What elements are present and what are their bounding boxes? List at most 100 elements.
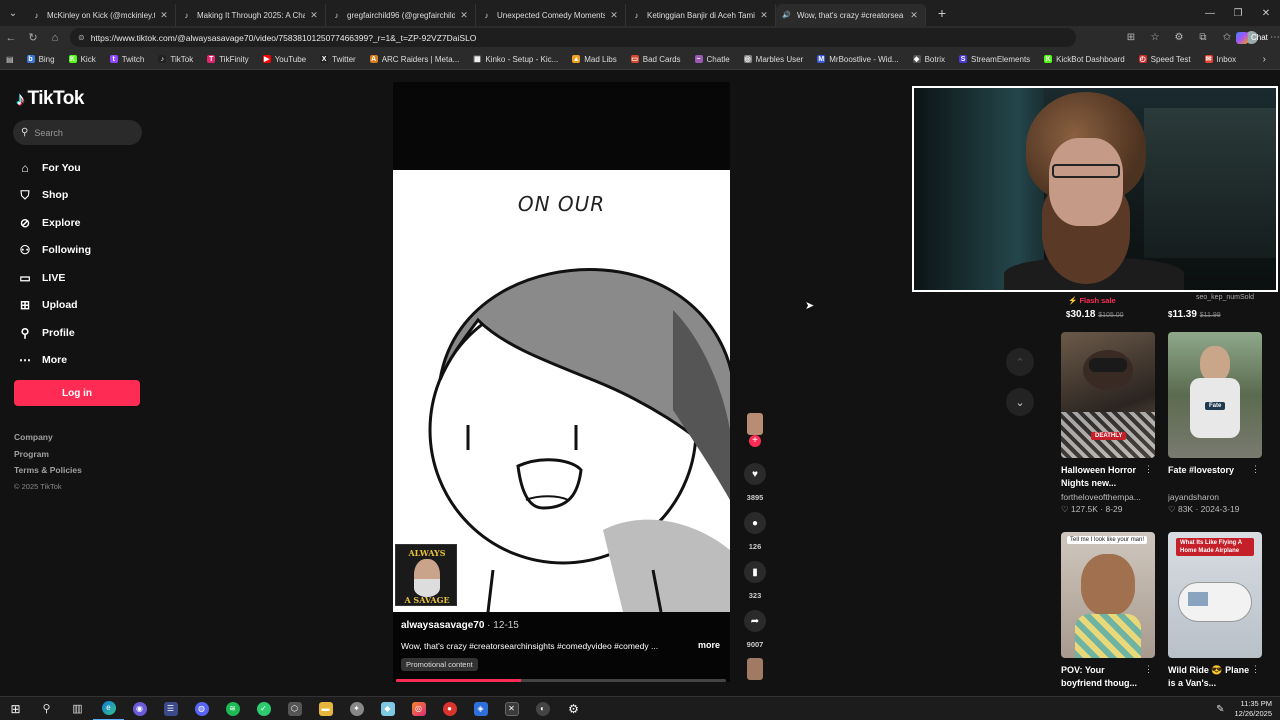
chrome-icon[interactable]: ◉ bbox=[124, 697, 155, 720]
sidebar-item-shop[interactable]: ⛉ Shop bbox=[16, 182, 91, 210]
tab-close-icon[interactable]: ✕ bbox=[609, 10, 619, 21]
bookmark-item[interactable]: b Bing bbox=[20, 49, 62, 70]
video-thumbnail[interactable]: Fate bbox=[1168, 332, 1262, 458]
browser-tab[interactable]: ♪ Unexpected Comedy Moments Th ✕ bbox=[476, 4, 626, 26]
search-input[interactable]: ⚲ Search bbox=[13, 120, 142, 145]
video-thumbnail[interactable]: What Its Like Flying A Home Made Airplan… bbox=[1168, 532, 1262, 658]
creator-avatar[interactable] bbox=[747, 413, 763, 435]
bookmark-item[interactable]: ~ Chatle bbox=[688, 49, 737, 70]
windows-start-icon[interactable]: ⊞ bbox=[0, 697, 31, 720]
bookmark-item[interactable]: ▲ Mad Libs bbox=[565, 49, 623, 70]
task-view-icon[interactable]: ▥ bbox=[62, 697, 93, 720]
bookmark-item[interactable]: X Twitter bbox=[313, 49, 363, 70]
split-screen-icon[interactable]: ⧉ bbox=[1192, 27, 1214, 49]
pen-tray-icon[interactable]: ✎ bbox=[1216, 704, 1224, 715]
edge-browser-icon[interactable]: e bbox=[93, 697, 124, 720]
bookmarks-toggle-icon[interactable]: ▤ bbox=[0, 49, 20, 70]
video-player[interactable]: ON OUR ALWAYS A SAVAGE bbox=[393, 82, 730, 682]
sidebar-item-explore[interactable]: ⊘ Explore bbox=[16, 209, 91, 237]
card-menu-icon[interactable]: ⋮ bbox=[1144, 664, 1153, 675]
bookmark-item[interactable]: A ARC Raiders | Meta... bbox=[363, 49, 467, 70]
video-progress-bar[interactable] bbox=[396, 679, 726, 682]
app-icon-7[interactable]: ● bbox=[434, 697, 465, 720]
taskbar-search-icon[interactable]: ⚲ bbox=[31, 697, 62, 720]
app-icon-10[interactable]: ◐ bbox=[527, 697, 558, 720]
sound-disc-avatar[interactable] bbox=[747, 658, 763, 680]
follow-plus-icon[interactable]: + bbox=[749, 435, 761, 447]
card-menu-icon[interactable]: ⋮ bbox=[1251, 664, 1260, 675]
card-menu-icon[interactable]: ⋮ bbox=[1251, 464, 1260, 475]
card-menu-icon[interactable]: ⋮ bbox=[1144, 464, 1153, 475]
video-card[interactable]: Tell me I look like your man! POV: Your … bbox=[1061, 532, 1155, 690]
copilot-chat-button[interactable]: Chat bbox=[1236, 29, 1278, 46]
bookmark-item[interactable]: ▭ Bad Cards bbox=[624, 49, 688, 70]
video-card[interactable]: What Its Like Flying A Home Made Airplan… bbox=[1168, 532, 1262, 690]
app-icon-8[interactable]: ◈ bbox=[465, 697, 496, 720]
site-info-icon[interactable]: ⊜ bbox=[78, 33, 85, 42]
address-bar[interactable]: ⊜ https://www.tiktok.com/@alwaysasavage7… bbox=[70, 28, 1076, 47]
bookmarks-overflow-icon[interactable]: › bbox=[1263, 54, 1266, 65]
video-card-author[interactable]: fortheloveofthempa... bbox=[1061, 492, 1155, 502]
app-icon-2[interactable]: ✓ bbox=[248, 697, 279, 720]
tab-list-chevron-icon[interactable]: ⌄ bbox=[0, 0, 26, 26]
back-icon[interactable]: ← bbox=[0, 27, 22, 49]
author-name[interactable]: alwaysasavage70 bbox=[401, 620, 484, 631]
sidebar-item-for-you[interactable]: ⌂ For You bbox=[16, 154, 91, 182]
sidebar-item-live[interactable]: ▭ LIVE bbox=[16, 264, 91, 292]
bookmark-item[interactable]: ▶ YouTube bbox=[256, 49, 313, 70]
bookmark-item[interactable]: T TikFinity bbox=[200, 49, 255, 70]
read-aloud-icon[interactable]: ⊞ bbox=[1120, 27, 1142, 49]
tiktok-logo[interactable]: ♪ TikTok bbox=[16, 88, 84, 110]
bookmark-item[interactable]: ◎ Marbles User bbox=[737, 49, 811, 70]
previous-video-chevron-up-icon[interactable]: ⌃ bbox=[1006, 348, 1034, 376]
bookmark-item[interactable]: M MrBoostlive - Wid... bbox=[810, 49, 905, 70]
home-browser-icon[interactable]: ⌂ bbox=[44, 27, 66, 49]
product-price-1[interactable]: $30.18 $105.00 bbox=[1066, 309, 1124, 320]
app-icon-9[interactable]: ✕ bbox=[496, 697, 527, 720]
sidebar-item-following[interactable]: ⚇ Following bbox=[16, 237, 91, 265]
bookmark-item[interactable]: ◆ Botrix bbox=[906, 49, 952, 70]
next-video-chevron-down-icon[interactable]: ⌄ bbox=[1006, 388, 1034, 416]
favorite-star-icon[interactable]: ☆ bbox=[1144, 27, 1166, 49]
tab-close-icon[interactable]: ✕ bbox=[909, 10, 919, 21]
sidebar-item-upload[interactable]: ⊞ Upload bbox=[16, 292, 91, 320]
browser-tab[interactable]: ♪ Making It Through 2025: A Challe ✕ bbox=[176, 4, 326, 26]
tab-close-icon[interactable]: ✕ bbox=[459, 10, 469, 21]
app-icon-6[interactable]: ◎ bbox=[403, 697, 434, 720]
file-explorer-icon[interactable]: ▬ bbox=[310, 697, 341, 720]
bookmark-item[interactable]: ◴ Speed Test bbox=[1132, 49, 1198, 70]
more-button[interactable]: more bbox=[698, 640, 720, 650]
close-window-icon[interactable]: ✕ bbox=[1252, 0, 1280, 26]
bookmark-item[interactable]: ✉ Inbox bbox=[1198, 49, 1244, 70]
sidebar-item-more[interactable]: ⋯ More bbox=[16, 347, 91, 375]
login-button[interactable]: Log in bbox=[14, 380, 140, 406]
video-card[interactable]: Fate Fate #lovestory ⋮ jayandsharon ♡ 83… bbox=[1168, 332, 1262, 515]
bookmark-item[interactable]: t Twitch bbox=[103, 49, 152, 70]
extensions-icon[interactable]: ⚙ bbox=[1168, 27, 1190, 49]
bookmark-item[interactable]: S StreamElements bbox=[952, 49, 1037, 70]
new-tab-button[interactable]: + bbox=[932, 5, 952, 21]
tab-close-icon[interactable]: ✕ bbox=[759, 10, 769, 21]
spotify-icon[interactable]: ≋ bbox=[217, 697, 248, 720]
video-author[interactable]: alwaysasavage70 · 12-15 bbox=[401, 620, 519, 631]
app-icon-1[interactable]: ☰ bbox=[155, 697, 186, 720]
footer-link-program[interactable]: Program bbox=[14, 449, 82, 466]
product-price-2[interactable]: $11.39 $11.99 bbox=[1168, 309, 1221, 320]
tab-close-icon[interactable]: ✕ bbox=[159, 10, 169, 21]
browser-tab[interactable]: 🔊 Wow, that's crazy #creatorsea ✕ bbox=[776, 4, 926, 26]
share-icon[interactable]: ➦ bbox=[744, 610, 766, 632]
bookmark-icon[interactable]: ▮ bbox=[744, 561, 766, 583]
sidebar-item-profile[interactable]: ⚲ Profile bbox=[16, 319, 91, 347]
tab-close-icon[interactable]: ✕ bbox=[309, 10, 319, 21]
app-icon-3[interactable]: ⬡ bbox=[279, 697, 310, 720]
bookmark-item[interactable]: ♪ TikTok bbox=[151, 49, 200, 70]
video-thumbnail[interactable]: Tell me I look like your man! bbox=[1061, 532, 1155, 658]
minimize-icon[interactable]: — bbox=[1196, 0, 1224, 26]
settings-gear-icon[interactable]: ⚙ bbox=[558, 697, 589, 720]
restore-icon[interactable]: ❐ bbox=[1224, 0, 1252, 26]
video-card[interactable]: DEATHLY Halloween Horror Nights new... ⋮… bbox=[1061, 332, 1155, 515]
video-thumbnail[interactable]: DEATHLY bbox=[1061, 332, 1155, 458]
discord-icon[interactable]: ◍ bbox=[186, 697, 217, 720]
reload-icon[interactable]: ↻ bbox=[22, 27, 44, 49]
video-card-author[interactable]: jayandsharon bbox=[1168, 492, 1262, 502]
